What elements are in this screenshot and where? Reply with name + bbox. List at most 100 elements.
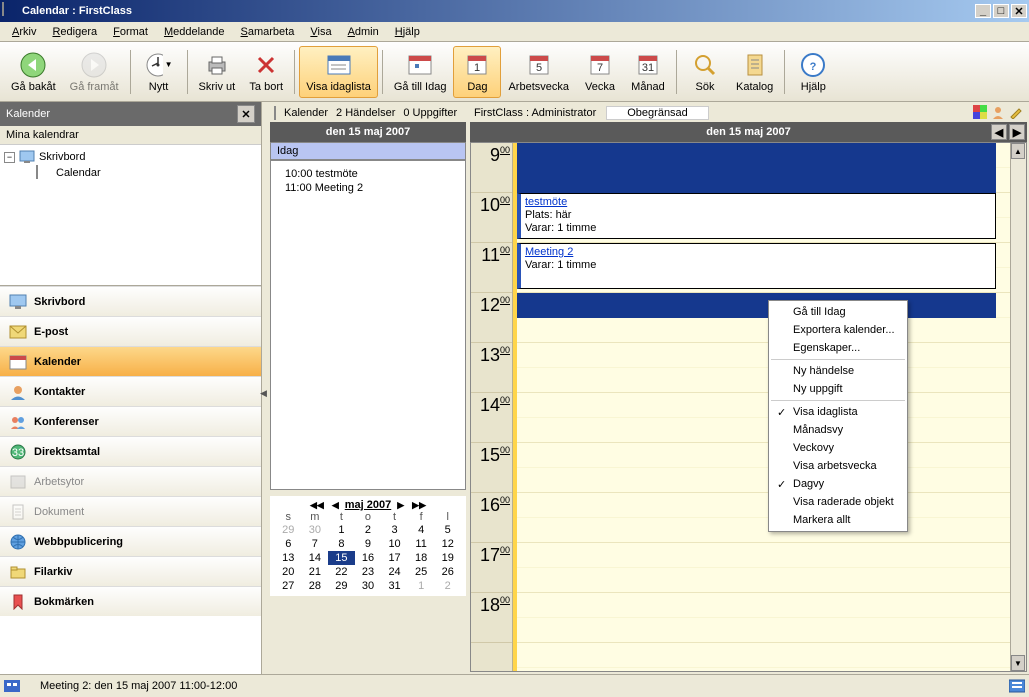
mini-day[interactable]: 1: [328, 523, 355, 537]
context-menu-item[interactable]: Ny uppgift: [771, 380, 905, 398]
mini-day[interactable]: 4: [408, 523, 435, 537]
menu-arkiv[interactable]: Arkiv: [4, 24, 44, 40]
mini-prev-month-button[interactable]: ◀: [330, 500, 341, 511]
search-button[interactable]: Sök: [681, 46, 729, 98]
mini-day[interactable]: 2: [355, 523, 382, 537]
mini-day[interactable]: 19: [434, 551, 461, 565]
tray-icon[interactable]: [1009, 678, 1025, 694]
day-body[interactable]: testmötePlats: härVarar: 1 timmeMeeting …: [517, 143, 1010, 671]
week-button[interactable]: 7 Vecka: [576, 46, 624, 98]
new-button[interactable]: ▼ Nytt: [135, 46, 183, 98]
person-icon[interactable]: [991, 105, 1005, 122]
mini-day[interactable]: 24: [381, 565, 408, 579]
delete-button[interactable]: Ta bort: [242, 46, 290, 98]
mini-day[interactable]: 6: [275, 537, 302, 551]
mini-prev-year-button[interactable]: ◀◀: [308, 500, 326, 511]
menu-samarbeta[interactable]: Samarbeta: [233, 24, 303, 40]
mini-day[interactable]: 16: [355, 551, 382, 565]
scroll-down-button[interactable]: ▼: [1011, 655, 1025, 671]
mini-day[interactable]: 12: [434, 537, 461, 551]
appointment[interactable]: testmötePlats: härVarar: 1 timme: [517, 193, 996, 239]
sidebar-collapse-handle[interactable]: [262, 102, 268, 674]
menu-redigera[interactable]: Redigera: [44, 24, 105, 40]
nav-item-dokument[interactable]: Dokument: [0, 496, 261, 526]
context-menu-item[interactable]: Gå till Idag: [771, 303, 905, 321]
mini-day[interactable]: 27: [275, 579, 302, 593]
mini-day[interactable]: 21: [302, 565, 329, 579]
menu-meddelande[interactable]: Meddelande: [156, 24, 233, 40]
mini-day[interactable]: 8: [328, 537, 355, 551]
nav-item-kontakter[interactable]: Kontakter: [0, 376, 261, 406]
color-icon[interactable]: [973, 105, 987, 122]
mini-day[interactable]: 7: [302, 537, 329, 551]
appointment[interactable]: Meeting 2Varar: 1 timme: [517, 243, 996, 289]
nav-item-e-post[interactable]: E-post: [0, 316, 261, 346]
back-button[interactable]: Gå bakåt: [4, 46, 63, 98]
context-menu-item[interactable]: Ny händelse: [771, 362, 905, 380]
nav-item-webbpublicering[interactable]: Webbpublicering: [0, 526, 261, 556]
mini-day[interactable]: 3: [381, 523, 408, 537]
mini-day[interactable]: 14: [302, 551, 329, 565]
context-menu-item[interactable]: Veckovy: [771, 439, 905, 457]
mini-day[interactable]: 1: [408, 579, 435, 593]
minimize-button[interactable]: _: [975, 4, 991, 18]
context-menu-item[interactable]: Månadsvy: [771, 421, 905, 439]
context-menu-item[interactable]: Egenskaper...: [771, 339, 905, 357]
menu-format[interactable]: Format: [105, 24, 156, 40]
mini-day[interactable]: 31: [381, 579, 408, 593]
today-row[interactable]: Idag: [270, 142, 466, 160]
context-menu-item[interactable]: Visa raderade objekt: [771, 493, 905, 511]
nav-item-arbetsytor[interactable]: Arbetsytor: [0, 466, 261, 496]
mini-day[interactable]: 18: [408, 551, 435, 565]
help-button[interactable]: ? Hjälp: [789, 46, 837, 98]
mini-day[interactable]: 28: [302, 579, 329, 593]
mini-day[interactable]: 23: [355, 565, 382, 579]
nav-item-direktsamtal[interactable]: 33Direktsamtal: [0, 436, 261, 466]
go-today-button[interactable]: Gå till Idag: [387, 46, 454, 98]
context-menu-item[interactable]: Visa arbetsvecka: [771, 457, 905, 475]
selected-slot[interactable]: [517, 293, 996, 318]
sidebar-close-button[interactable]: ✕: [237, 105, 255, 123]
mini-day[interactable]: 26: [434, 565, 461, 579]
event-item[interactable]: 11:00 Meeting 2: [277, 181, 459, 195]
nav-item-bokmärken[interactable]: Bokmärken: [0, 586, 261, 616]
mini-day[interactable]: 2: [434, 579, 461, 593]
nav-item-filarkiv[interactable]: Filarkiv: [0, 556, 261, 586]
day-scrollbar[interactable]: ▲ ▼: [1010, 143, 1026, 671]
mini-next-month-button[interactable]: ▶: [395, 500, 406, 511]
menu-admin[interactable]: Admin: [340, 24, 387, 40]
print-button[interactable]: Skriv ut: [192, 46, 243, 98]
context-menu-item[interactable]: Exportera kalender...: [771, 321, 905, 339]
next-day-button[interactable]: ▶: [1009, 124, 1025, 140]
tree-root[interactable]: − Skrivbord: [4, 149, 257, 165]
maximize-button[interactable]: □: [993, 4, 1009, 18]
mini-day[interactable]: 9: [355, 537, 382, 551]
catalog-button[interactable]: Katalog: [729, 46, 780, 98]
mini-day[interactable]: 30: [355, 579, 382, 593]
menu-visa[interactable]: Visa: [302, 24, 339, 40]
menu-hjälp[interactable]: Hjälp: [387, 24, 428, 40]
prev-day-button[interactable]: ◀: [991, 124, 1007, 140]
mini-day[interactable]: 10: [381, 537, 408, 551]
nav-item-konferenser[interactable]: Konferenser: [0, 406, 261, 436]
mini-day[interactable]: 13: [275, 551, 302, 565]
tree-collapse-icon[interactable]: −: [4, 152, 15, 163]
pencil-icon[interactable]: [1009, 105, 1023, 122]
mini-day[interactable]: 30: [302, 523, 329, 537]
nav-item-kalender[interactable]: Kalender: [0, 346, 261, 376]
mini-day[interactable]: 5: [434, 523, 461, 537]
context-menu-item[interactable]: Markera allt: [771, 511, 905, 529]
forward-button[interactable]: Gå framåt: [63, 46, 126, 98]
mini-day[interactable]: 22: [328, 565, 355, 579]
mini-day[interactable]: 29: [328, 579, 355, 593]
mini-day[interactable]: 20: [275, 565, 302, 579]
mini-day[interactable]: 11: [408, 537, 435, 551]
scroll-up-button[interactable]: ▲: [1011, 143, 1025, 159]
context-menu-item[interactable]: ✓Visa idaglista: [771, 403, 905, 421]
month-button[interactable]: 31 Månad: [624, 46, 672, 98]
mini-day[interactable]: 15: [328, 551, 355, 565]
tree-child[interactable]: Calendar: [4, 165, 257, 181]
event-item[interactable]: 10:00 testmöte: [277, 167, 459, 181]
mini-day[interactable]: 17: [381, 551, 408, 565]
workweek-button[interactable]: 5 Arbetsvecka: [501, 46, 576, 98]
